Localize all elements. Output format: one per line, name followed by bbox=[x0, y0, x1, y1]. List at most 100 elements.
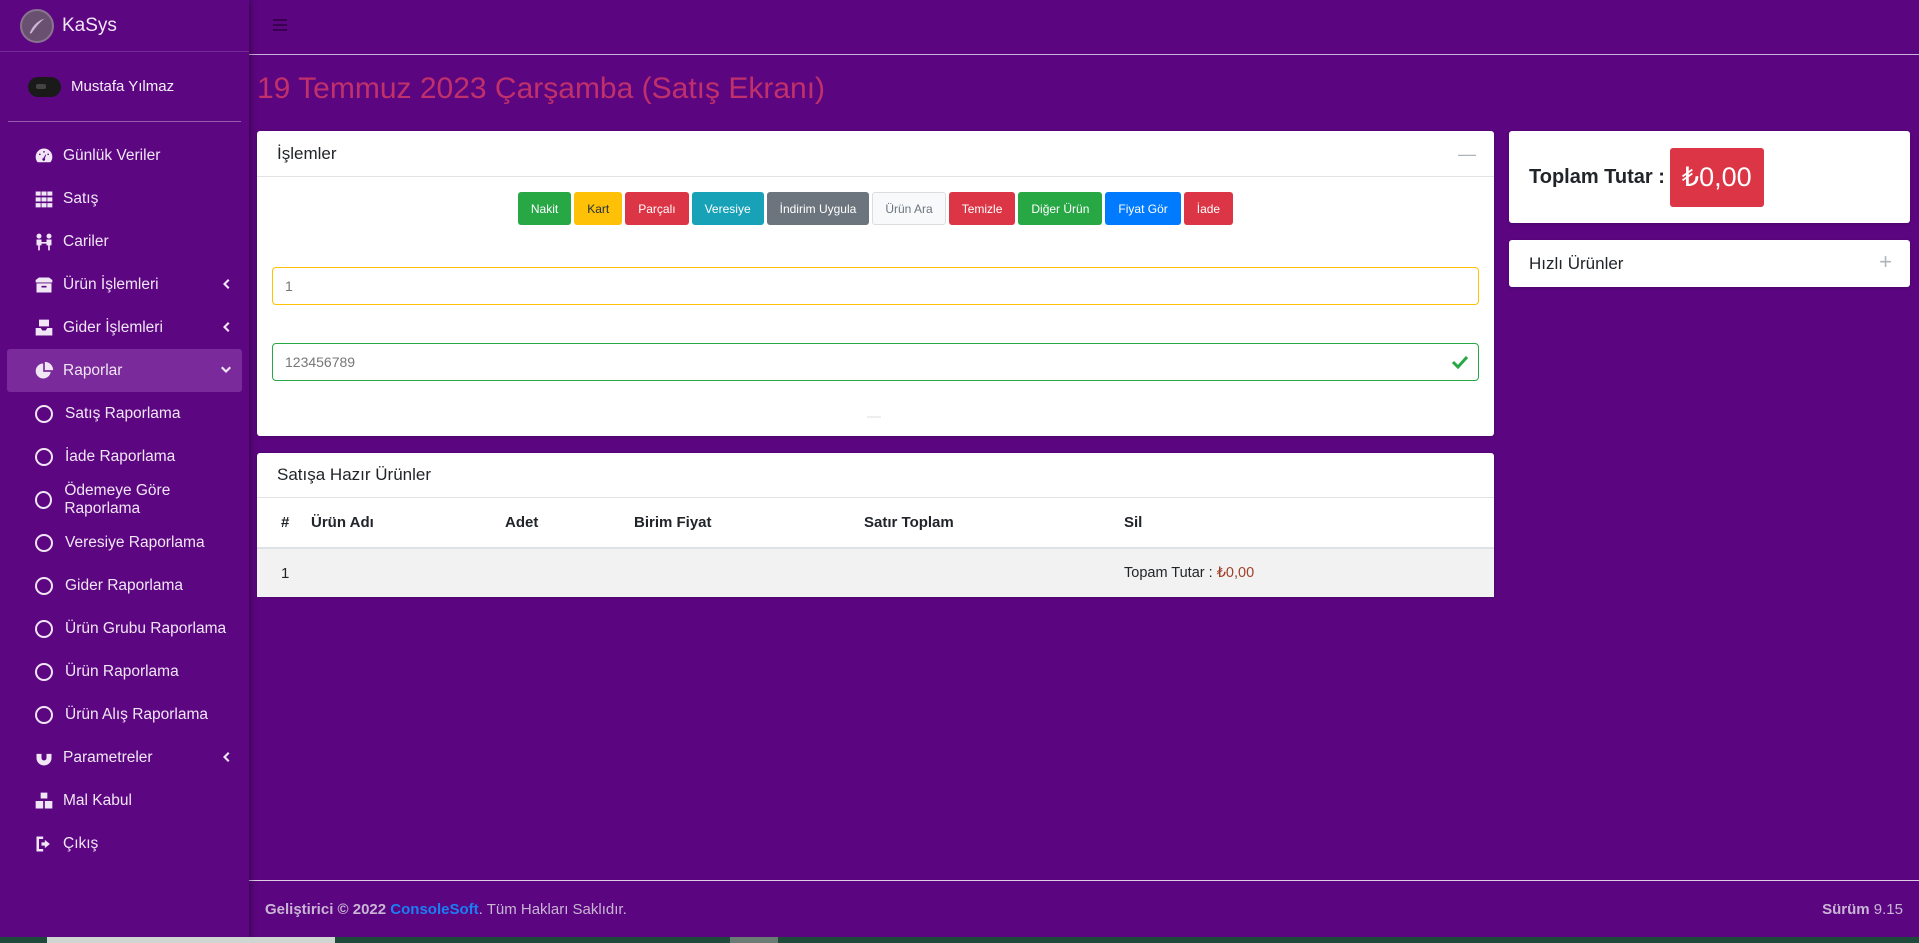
expand-icon[interactable]: + bbox=[1879, 249, 1892, 275]
brand[interactable]: KaSys bbox=[0, 0, 249, 52]
taskbar-tab[interactable] bbox=[730, 937, 778, 943]
column-header: # bbox=[257, 498, 311, 549]
tray-icon bbox=[33, 317, 54, 338]
ready-products-card: Satışa Hazır Ürünler # Ürün Adı Adet Bir… bbox=[257, 453, 1494, 597]
sidebar-item-odemeye-gore-raporlama[interactable]: Ödemeye Göre Raporlama bbox=[7, 478, 242, 521]
user-panel[interactable]: Mustafa Yılmaz bbox=[8, 52, 241, 122]
sidebar-item-urun-raporlama[interactable]: Ürün Raporlama bbox=[7, 650, 242, 693]
parcali-button[interactable]: Parçalı bbox=[625, 192, 689, 225]
sidebar-item-label: Ürün İşlemleri bbox=[63, 275, 159, 293]
pie-chart-icon bbox=[33, 360, 54, 381]
circle-icon bbox=[35, 533, 53, 552]
footer-company-link[interactable]: ConsoleSoft bbox=[390, 901, 478, 918]
cell bbox=[505, 548, 634, 597]
sidebar-item-urun-grubu-raporlama[interactable]: Ürün Grubu Raporlama bbox=[7, 607, 242, 650]
footer-copyright: Geliştirici © 2022 ConsoleSoft. Tüm Hakl… bbox=[265, 901, 627, 918]
card-header: Satışa Hazır Ürünler bbox=[257, 453, 1494, 498]
taskbar-tab[interactable] bbox=[47, 937, 335, 943]
footer-suffix: . Tüm Hakları Saklıdır. bbox=[478, 901, 627, 918]
nakit-button[interactable]: Nakit bbox=[517, 192, 572, 225]
total-label: Toplam Tutar : bbox=[1529, 165, 1665, 188]
diger-urun-button[interactable]: Diğer Ürün bbox=[1018, 192, 1103, 225]
version-label: Sürüm bbox=[1822, 901, 1870, 918]
cell bbox=[311, 548, 505, 597]
circle-icon bbox=[35, 404, 53, 423]
sidebar-item-label: Çıkış bbox=[63, 834, 99, 852]
sidebar-item-raporlar[interactable]: Raporlar bbox=[7, 349, 242, 392]
sidebar-item-veresiye-raporlama[interactable]: Veresiye Raporlama bbox=[7, 521, 242, 564]
row-total-cell: Topam Tutar : ₺0,00 bbox=[1124, 548, 1494, 597]
quick-products-card: Hızlı Ürünler + bbox=[1509, 240, 1910, 287]
sidebar-item-gunluk-veriler[interactable]: Günlük Veriler bbox=[7, 134, 242, 177]
sidebar-item-parametreler[interactable]: Parametreler bbox=[7, 736, 242, 779]
sidebar-item-label: İade Raporlama bbox=[65, 447, 176, 465]
collapse-icon[interactable]: — bbox=[1458, 144, 1476, 165]
column-header: Satır Toplam bbox=[864, 498, 1124, 549]
menu-toggle-icon[interactable] bbox=[273, 19, 287, 31]
footer: Geliştirici © 2022 ConsoleSoft. Tüm Hakl… bbox=[249, 880, 1919, 943]
resize-handle[interactable] bbox=[867, 416, 881, 418]
chevron-left-icon bbox=[220, 750, 232, 762]
topbar bbox=[249, 0, 1919, 55]
temizle-button[interactable]: Temizle bbox=[948, 192, 1016, 225]
sidebar-item-satis[interactable]: Satış bbox=[7, 177, 242, 220]
sidebar-item-urun-alis-raporlama[interactable]: Ürün Alış Raporlama bbox=[7, 693, 242, 736]
column-header: Sil bbox=[1124, 498, 1494, 549]
sidebar-item-cikis[interactable]: Çıkış bbox=[7, 822, 242, 865]
circle-icon bbox=[35, 705, 53, 724]
taskbar-strip bbox=[0, 937, 1919, 943]
circle-icon bbox=[35, 447, 53, 466]
sidebar-item-label: Satış bbox=[63, 189, 99, 207]
version-number: 9.15 bbox=[1869, 901, 1903, 918]
dashboard-icon bbox=[33, 145, 54, 166]
row-total-value: ₺0,00 bbox=[1216, 565, 1255, 581]
magnet-icon bbox=[33, 747, 54, 768]
footer-version: Sürüm 9.15 bbox=[1822, 901, 1903, 918]
card-header[interactable]: Hızlı Ürünler + bbox=[1509, 240, 1910, 287]
islemler-card: İşlemler — Nakit Kart Parçalı Veresiye İ… bbox=[257, 131, 1494, 436]
sidebar-item-label: Cariler bbox=[63, 232, 109, 250]
boxes-icon bbox=[33, 790, 54, 811]
chevron-left-icon bbox=[220, 277, 232, 289]
sidebar-item-label: Veresiye Raporlama bbox=[65, 533, 205, 551]
sidebar-item-label: Satış Raporlama bbox=[65, 404, 181, 422]
sidebar: KaSys Mustafa Yılmaz Günlük Veriler Satı… bbox=[0, 0, 249, 943]
sidebar-item-label: Ürün Grubu Raporlama bbox=[65, 619, 227, 637]
circle-icon bbox=[35, 490, 53, 509]
fiyat-gor-button[interactable]: Fiyat Gör bbox=[1105, 192, 1181, 225]
kart-button[interactable]: Kart bbox=[574, 192, 623, 225]
cell bbox=[864, 548, 1124, 597]
chevron-down-icon bbox=[220, 363, 232, 375]
card-title: Satışa Hazır Ürünler bbox=[277, 465, 431, 484]
iade-button[interactable]: İade bbox=[1183, 192, 1234, 225]
total-value-badge: ₺0,00 bbox=[1669, 147, 1764, 207]
indirim-uygula-button[interactable]: İndirim Uygula bbox=[766, 192, 870, 225]
total-card: Toplam Tutar : ₺0,00 bbox=[1509, 131, 1910, 223]
barcode-input[interactable]: 123456789 bbox=[272, 343, 1479, 381]
sidebar-item-iade-raporlama[interactable]: İade Raporlama bbox=[7, 435, 242, 478]
chevron-left-icon bbox=[220, 320, 232, 332]
circle-icon bbox=[35, 576, 53, 595]
quantity-input[interactable]: 1 bbox=[272, 267, 1479, 305]
products-table: # Ürün Adı Adet Birim Fiyat Satır Toplam… bbox=[257, 498, 1494, 597]
sidebar-nav: Günlük Veriler Satış Cariler Ürün İşleml… bbox=[0, 134, 249, 865]
row-total-label: Topam Tutar : bbox=[1124, 565, 1217, 581]
sidebar-item-label: Mal Kabul bbox=[63, 791, 132, 809]
sidebar-item-urun-islemleri[interactable]: Ürün İşlemleri bbox=[7, 263, 242, 306]
sidebar-item-cariler[interactable]: Cariler bbox=[7, 220, 242, 263]
sidebar-item-satis-raporlama[interactable]: Satış Raporlama bbox=[7, 392, 242, 435]
column-header: Ürün Adı bbox=[311, 498, 505, 549]
urun-ara-button[interactable]: Ürün Ara bbox=[872, 192, 946, 225]
card-header: İşlemler — bbox=[257, 131, 1494, 177]
brand-logo-icon bbox=[20, 8, 54, 43]
sidebar-item-mal-kabul[interactable]: Mal Kabul bbox=[7, 779, 242, 822]
sidebar-item-gider-raporlama[interactable]: Gider Raporlama bbox=[7, 564, 242, 607]
veresiye-button[interactable]: Veresiye bbox=[691, 192, 764, 225]
sidebar-item-label: Ürün Alış Raporlama bbox=[65, 705, 209, 723]
sidebar-item-gider-islemleri[interactable]: Gider İşlemleri bbox=[7, 306, 242, 349]
table-header-row: # Ürün Adı Adet Birim Fiyat Satır Toplam… bbox=[257, 498, 1494, 549]
column-header: Birim Fiyat bbox=[634, 498, 864, 549]
brand-name: KaSys bbox=[62, 14, 117, 36]
box-icon bbox=[33, 274, 54, 295]
sidebar-item-label: Ödemeye Göre Raporlama bbox=[64, 481, 171, 517]
